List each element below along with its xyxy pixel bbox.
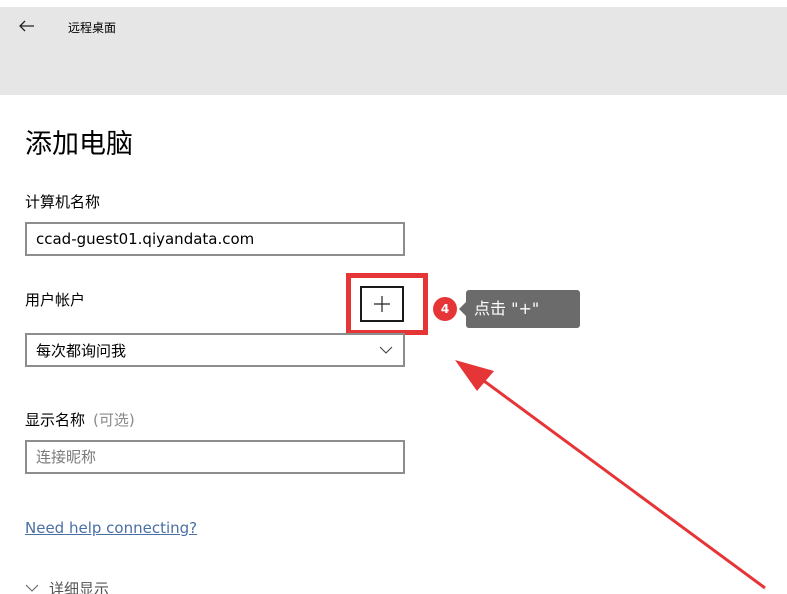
show-more-toggle[interactable]: 详细显示 [25, 576, 109, 594]
computer-name-label: 计算机名称 [25, 193, 101, 211]
step-badge: 4 [433, 297, 457, 321]
plus-icon [374, 296, 390, 312]
tooltip-pointer [459, 302, 466, 316]
page-title: 添加电脑 [25, 129, 133, 160]
back-arrow-icon [19, 20, 34, 32]
show-more-label: 详细显示 [49, 579, 110, 594]
chevron-down-icon [379, 346, 393, 354]
app-title: 远程桌面 [68, 21, 117, 35]
user-account-label: 用户帐户 [25, 291, 86, 309]
display-name-label: 显示名称 (可选) [25, 410, 135, 430]
tooltip: 点击 "+" [466, 290, 580, 328]
optional-hint: (可选) [93, 411, 135, 429]
display-name-input[interactable] [25, 440, 405, 474]
chevron-down-icon [25, 584, 39, 592]
user-account-selected-value: 每次都询问我 [36, 342, 127, 360]
remote-desktop-window: 远程桌面 添加电脑 计算机名称 用户帐户 4 点击 "+" 每次都询问我 显示名… [0, 0, 787, 594]
user-account-select[interactable]: 每次都询问我 [25, 333, 405, 367]
help-link[interactable]: Need help connecting? [25, 518, 197, 538]
title-bar: 远程桌面 [0, 7, 787, 95]
display-name-label-text: 显示名称 [25, 411, 86, 429]
add-account-button[interactable] [360, 286, 404, 322]
back-button[interactable] [12, 11, 42, 41]
computer-name-input[interactable] [25, 222, 405, 256]
